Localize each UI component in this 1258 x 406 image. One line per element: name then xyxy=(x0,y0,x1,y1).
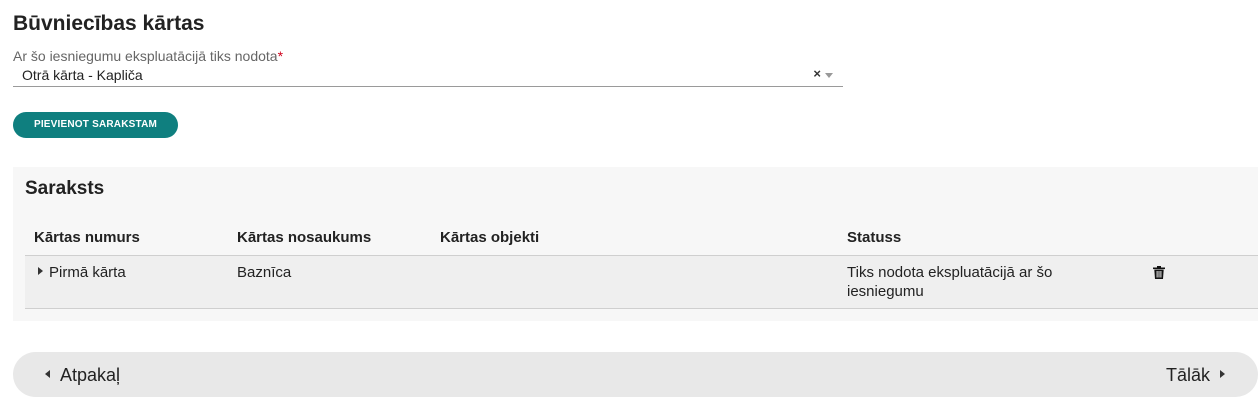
section-title: Būvniecības kārtas xyxy=(13,12,205,35)
back-button[interactable]: Atpakaļ xyxy=(45,365,120,386)
column-header-name: Kārtas nosaukums xyxy=(237,229,372,246)
add-to-list-button[interactable]: PIEVIENOT SARAKSTAM xyxy=(13,112,178,138)
table-row: Pirmā kārta Baznīca Tiks nodota ekspluat… xyxy=(25,256,1258,309)
next-label: Tālāk xyxy=(1165,365,1210,385)
required-mark: * xyxy=(277,48,284,64)
trash-icon[interactable] xyxy=(1153,266,1165,284)
list-panel: Saraksts Kārtas numurs Kārtas nosaukums … xyxy=(13,167,1258,321)
column-header-status: Statuss xyxy=(847,229,902,246)
next-button[interactable]: Tālāk xyxy=(1166,365,1225,386)
caret-right-icon xyxy=(1220,370,1225,378)
row-number: Pirmā kārta xyxy=(49,264,126,281)
caret-left-icon xyxy=(45,370,50,378)
chevron-down-icon[interactable] xyxy=(825,73,833,78)
wizard-navigation: Atpakaļ Tālāk xyxy=(13,352,1258,397)
stage-select[interactable]: Otrā kārta - Kapliča × xyxy=(13,64,843,87)
field-label-text: Ar šo iesniegumu ekspluatācijā tiks nodo… xyxy=(13,48,278,64)
stages-table: Kārtas numurs Kārtas nosaukums Kārtas ob… xyxy=(25,225,1258,309)
column-header-number: Kārtas numurs xyxy=(34,229,140,246)
caret-right-icon[interactable] xyxy=(38,267,43,275)
row-number-cell: Pirmā kārta xyxy=(38,263,126,282)
row-name: Baznīca xyxy=(237,264,292,281)
field-label: Ar šo iesniegumu ekspluatācijā tiks nodo… xyxy=(13,48,283,64)
column-header-objects: Kārtas objekti xyxy=(440,229,540,246)
stage-select-value: Otrā kārta - Kapliča xyxy=(22,67,143,83)
page: Būvniecības kārtas Ar šo iesniegumu eksp… xyxy=(0,0,1258,406)
table-header: Kārtas numurs Kārtas nosaukums Kārtas ob… xyxy=(25,225,1258,256)
row-status: Tiks nodota ekspluatācijā ar šo iesniegu… xyxy=(847,264,1053,300)
list-title: Saraksts xyxy=(25,178,105,199)
close-icon[interactable]: × xyxy=(813,66,821,81)
back-label: Atpakaļ xyxy=(60,365,121,385)
